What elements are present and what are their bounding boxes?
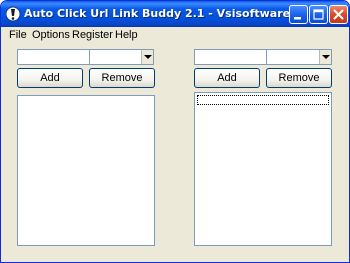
left-add-button[interactable]: Add [17,68,83,88]
left-remove-button[interactable]: Remove [89,68,155,88]
menu-options[interactable]: Options [31,28,71,43]
left-url-list[interactable] [17,95,155,246]
maximize-button[interactable] [309,5,328,24]
right-url-input[interactable] [194,49,267,65]
right-add-button[interactable]: Add [194,68,260,88]
left-combo-dropdown[interactable] [141,50,153,64]
app-window: Auto Click Url Link Buddy 2.1 - Vsisoftw… [0,0,350,263]
minimize-icon [294,17,301,20]
right-remove-button[interactable]: Remove [266,68,332,88]
list-focus-row[interactable] [197,95,329,105]
maximize-icon [313,9,324,20]
left-url-input[interactable] [17,49,90,65]
app-icon[interactable] [5,6,21,22]
title-bar[interactable]: Auto Click Url Link Buddy 2.1 - Vsisoftw… [1,1,349,27]
chevron-down-icon [144,55,152,59]
right-url-list[interactable] [194,92,332,246]
window-title: Auto Click Url Link Buddy 2.1 - Vsisoftw… [24,7,320,20]
minimize-button[interactable] [289,5,308,24]
menu-register[interactable]: Register [71,28,114,43]
close-button[interactable] [329,5,348,24]
menu-help[interactable]: Help [114,28,139,43]
right-combo-dropdown[interactable] [319,50,331,64]
menu-bar: File Options Register Help [1,27,349,44]
left-combo[interactable] [89,49,154,65]
chevron-down-icon [322,55,330,59]
close-icon [333,9,344,20]
menu-file[interactable]: File [8,28,28,43]
right-combo[interactable] [266,49,332,65]
